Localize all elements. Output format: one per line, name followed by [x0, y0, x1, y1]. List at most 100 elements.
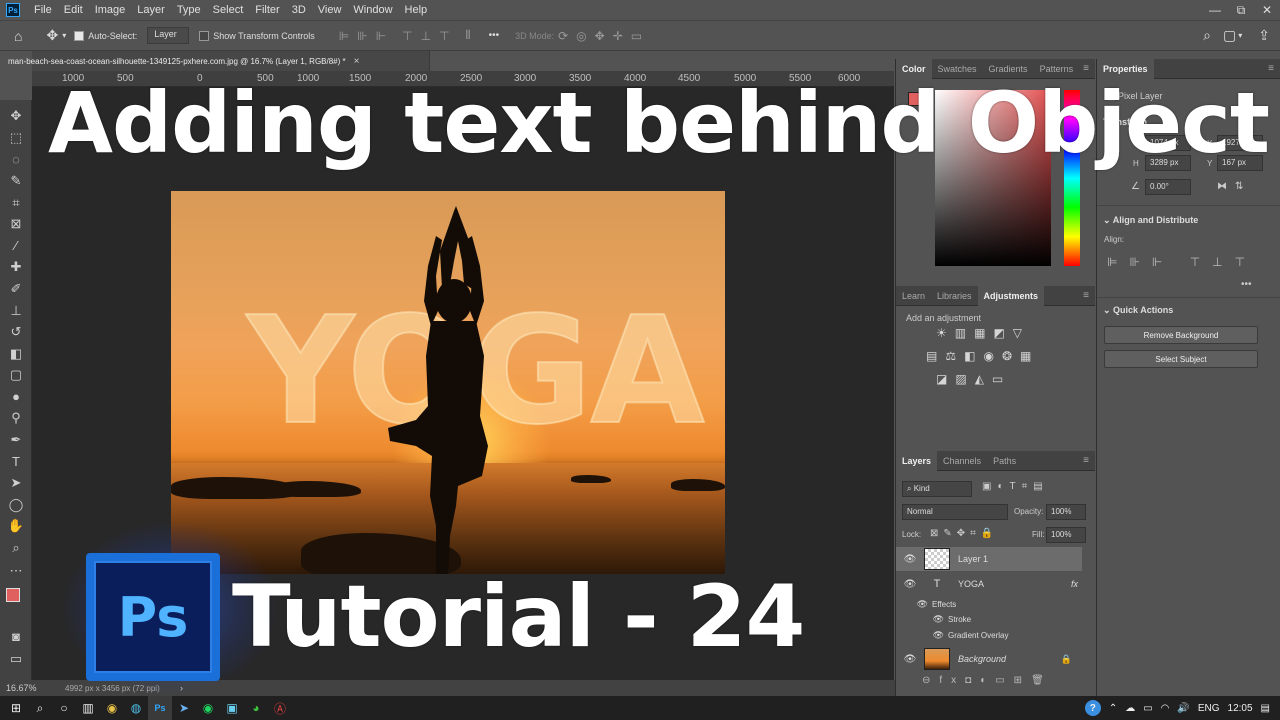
menu-help[interactable]: Help [399, 4, 434, 16]
fill-input[interactable]: 100% [1046, 527, 1086, 543]
flip-icons[interactable]: ⧓⇅ [1217, 181, 1251, 192]
eye-icon[interactable]: 👁 [896, 614, 948, 625]
eye-icon[interactable]: 👁 [896, 630, 948, 641]
photos-icon[interactable]: ▣ [220, 696, 244, 720]
spotify-icon[interactable]: ◉ [196, 696, 220, 720]
align-icons[interactable]: ⊫⊪⊩ ⊤⊥⊤ [1107, 255, 1257, 269]
chevron-down-icon[interactable]: ▾ [62, 31, 66, 40]
close-tab-icon[interactable]: × [354, 56, 360, 67]
dodge-tool-icon[interactable]: ⚲ [0, 407, 32, 428]
clock[interactable]: 12:05 [1228, 703, 1253, 714]
close-button[interactable]: ✕ [1254, 3, 1280, 18]
zoom-tool-icon[interactable]: ⌕ [0, 537, 32, 558]
notifications-icon[interactable]: ▤ [1261, 703, 1270, 714]
tab-adjustments[interactable]: Adjustments [977, 285, 1045, 306]
quick-mask-icon[interactable]: ◙ [0, 626, 32, 647]
move-tool-icon[interactable]: ✥ [46, 27, 58, 44]
panel-menu-icon[interactable]: ≡ [1083, 455, 1089, 466]
distribute-icon[interactable]: ⫴ [466, 28, 471, 43]
menu-edit[interactable]: Edit [58, 4, 89, 16]
screen-mode-icon[interactable]: ▭ [0, 648, 32, 669]
network-icon[interactable]: ◠ [1161, 703, 1170, 714]
layer-gradient-overlay-row[interactable]: 👁 Gradient Overlay [896, 627, 1082, 643]
tab-swatches[interactable]: Swatches [932, 64, 983, 74]
crop-tool-icon[interactable]: ⌗ [0, 192, 32, 213]
align-center-icon[interactable]: ⊪ [357, 29, 367, 43]
menu-filter[interactable]: Filter [249, 4, 285, 16]
menu-layer[interactable]: Layer [131, 4, 171, 16]
share-icon[interactable]: ⇪ [1258, 27, 1270, 44]
select-subject-button[interactable]: Select Subject [1104, 350, 1258, 368]
transform-controls-checkbox[interactable] [199, 30, 210, 41]
menu-type[interactable]: Type [171, 4, 207, 16]
photoshop-taskbar-icon[interactable]: Ps [148, 696, 172, 720]
eye-icon[interactable]: 👁 [896, 554, 924, 565]
eye-icon[interactable]: 👁 [896, 654, 924, 665]
foreground-color-swatch[interactable] [6, 587, 20, 602]
layer-row-yoga[interactable]: 👁 T YOGA fx [896, 573, 1082, 595]
fx-icon[interactable]: fx [1071, 579, 1078, 589]
restore-button[interactable]: ⧉ [1228, 3, 1254, 18]
gradient-map-icon[interactable]: ▭ [992, 372, 1003, 386]
black-white-icon[interactable]: ◧ [964, 349, 975, 363]
menu-select[interactable]: Select [207, 4, 250, 16]
minimize-button[interactable]: — [1202, 3, 1228, 18]
align-middle-icon[interactable]: ⊥ [421, 29, 431, 43]
blend-mode-dropdown[interactable]: Normal [902, 504, 1008, 520]
path-select-icon[interactable]: ➤ [0, 472, 32, 493]
menu-view[interactable]: View [312, 4, 348, 16]
app-icon[interactable]: ◕ [244, 696, 268, 720]
menu-window[interactable]: Window [347, 4, 398, 16]
posterize-icon[interactable]: ▨ [955, 372, 966, 386]
color-swatches-icon[interactable] [0, 586, 32, 607]
layer-filter-kind[interactable]: ⌕ Kind [902, 481, 972, 497]
layer-row-layer1[interactable]: 👁 Layer 1 [896, 547, 1082, 571]
auto-select-dropdown[interactable]: Layer [147, 27, 190, 44]
3d-orbit-icon[interactable]: ⟳ [558, 29, 568, 43]
volume-icon[interactable]: 🔊 [1177, 703, 1189, 714]
curves-icon[interactable]: ▦ [974, 326, 985, 340]
quick-select-tool-icon[interactable]: ✎ [0, 170, 32, 191]
3d-slide-icon[interactable]: ✛ [613, 29, 623, 43]
3d-roll-icon[interactable]: ◎ [576, 29, 586, 43]
align-distribute-header[interactable]: ⌄ Align and Distribute [1103, 215, 1198, 226]
search-icon[interactable]: ⌕ [1203, 27, 1211, 44]
transform-controls-option[interactable]: Show Transform Controls [199, 30, 315, 41]
invert-icon[interactable]: ◪ [936, 372, 947, 386]
frame-tool-icon[interactable]: ⊠ [0, 213, 32, 234]
opacity-input[interactable]: 100% [1046, 504, 1086, 520]
more-tools-icon[interactable]: ⋯ [0, 560, 32, 581]
channel-mixer-icon[interactable]: ❂ [1002, 349, 1012, 363]
cortana-icon[interactable]: ○ [52, 696, 76, 720]
layers-footer-icons[interactable]: ⊖fx◘◐▭⊞🗑 [922, 675, 1053, 686]
brightness-icon[interactable]: ☀ [936, 326, 947, 340]
home-icon[interactable]: ⌂ [14, 28, 22, 44]
color-balance-icon[interactable]: ⚖ [945, 349, 956, 363]
chevron-up-icon[interactable]: ⌃ [1109, 703, 1117, 714]
search-icon[interactable]: ⌕ [28, 696, 52, 720]
zoom-level[interactable]: 16.67% [0, 683, 55, 693]
type-tool-icon[interactable]: T [0, 451, 32, 472]
tab-learn[interactable]: Learn [896, 291, 931, 301]
cloud-icon[interactable]: ☁ [1125, 703, 1135, 714]
lock-icons[interactable]: ⊠✎✥⌗🔒 [930, 528, 998, 539]
healing-brush-icon[interactable]: ✚ [0, 256, 32, 277]
auto-select-checkbox[interactable] [74, 30, 85, 41]
threshold-icon[interactable]: ◭ [975, 372, 984, 386]
angle-input[interactable]: 0.00° [1145, 179, 1191, 195]
align-right-icon[interactable]: ⊩ [376, 29, 386, 43]
shape-tool-icon[interactable]: ◯ [0, 494, 32, 515]
marquee-tool-icon[interactable]: ⬚ [0, 127, 32, 148]
photo-filter-icon[interactable]: ◉ [983, 349, 993, 363]
levels-icon[interactable]: ▥ [955, 326, 966, 340]
chevron-down-icon[interactable]: ▾ [1238, 31, 1242, 40]
workspace-icon[interactable]: ▢ [1223, 27, 1236, 44]
app-icon[interactable]: ◍ [124, 696, 148, 720]
tab-gradients[interactable]: Gradients [983, 64, 1034, 74]
tab-libraries[interactable]: Libraries [931, 291, 978, 301]
lasso-tool-icon[interactable]: ◌ [0, 149, 32, 170]
panel-menu-icon[interactable]: ≡ [1083, 290, 1089, 301]
layer-row-background[interactable]: 👁 Background 🔒 [896, 647, 1082, 671]
quick-actions-header[interactable]: ⌄ Quick Actions [1103, 305, 1173, 316]
eye-icon[interactable]: 👁 [896, 599, 932, 610]
